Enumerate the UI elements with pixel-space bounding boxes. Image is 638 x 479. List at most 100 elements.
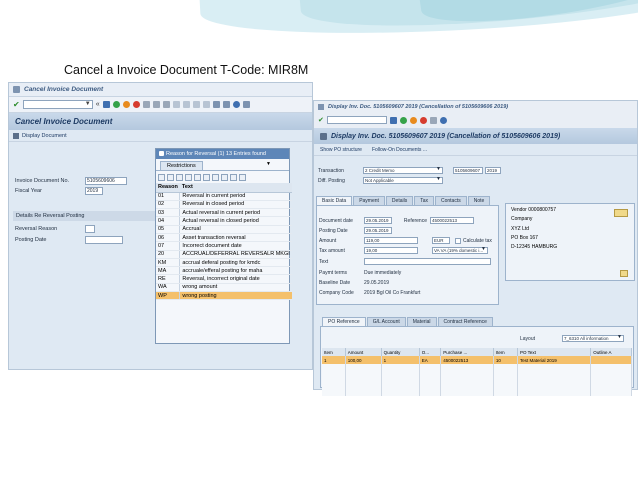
find-next-icon[interactable] xyxy=(162,101,170,108)
print-icon[interactable] xyxy=(429,116,437,124)
reason-text[interactable]: Accrual xyxy=(179,225,292,235)
grid-row[interactable]: 1 100,00 1 EA 4500022513 10 Test Material 2019 xyxy=(322,356,632,364)
grid-cell[interactable] xyxy=(590,356,632,364)
cancel-icon[interactable] xyxy=(167,173,174,181)
sort-ascending-icon[interactable] xyxy=(185,173,192,181)
export-icon[interactable] xyxy=(221,173,228,181)
shortcut-icon[interactable] xyxy=(222,101,230,108)
chevron-down-icon[interactable]: ▼ xyxy=(481,247,486,252)
ok-check-icon[interactable]: ✔ xyxy=(318,116,324,124)
chevron-down-icon[interactable]: ▼ xyxy=(436,167,441,172)
find-icon[interactable] xyxy=(152,101,160,108)
last-page-icon[interactable] xyxy=(202,101,210,108)
text-input[interactable] xyxy=(364,258,491,265)
chevron-down-icon[interactable]: ▼ xyxy=(85,101,91,107)
reason-row[interactable]: 01 Reversal in current period xyxy=(156,192,292,201)
reason-text[interactable]: Actual reversal in current period xyxy=(179,208,292,218)
grid-column-header[interactable]: Purchase ... xyxy=(440,348,494,356)
cancel-icon[interactable] xyxy=(419,116,427,124)
reason-code[interactable]: KM xyxy=(156,258,181,268)
vendor-detail-button[interactable] xyxy=(614,209,628,217)
grid-cell[interactable]: 10 xyxy=(493,356,519,364)
currency-input[interactable]: EUR xyxy=(432,237,450,244)
grid-column-header[interactable]: O... xyxy=(419,348,442,356)
reason-text[interactable]: Reversal in closed period xyxy=(179,200,292,210)
save-icon[interactable] xyxy=(102,101,110,108)
fiscal-year-input[interactable]: 2019 xyxy=(85,187,103,195)
posting-date-input[interactable] xyxy=(85,236,123,244)
diff-posting-select[interactable]: Not Applicable ▼ xyxy=(363,177,443,184)
command-field[interactable]: ▼ xyxy=(22,100,93,109)
tab-tax[interactable]: Tax xyxy=(414,196,434,205)
reason-code[interactable]: 05 xyxy=(156,225,181,235)
reason-row[interactable]: RE Reversal, incorrect original date xyxy=(156,274,292,284)
layout-icon[interactable] xyxy=(212,173,219,181)
grid-cell[interactable]: EA xyxy=(419,356,442,364)
grid-column-header[interactable]: Amount xyxy=(345,348,382,356)
display-document-button[interactable]: Display Document xyxy=(22,133,67,139)
reason-code[interactable]: MA xyxy=(156,266,181,276)
reason-text[interactable]: Actual reversal in closed period xyxy=(179,216,292,226)
grid-cell[interactable]: 1 xyxy=(322,356,346,364)
reason-code[interactable]: 20 xyxy=(156,250,181,259)
menu-icon[interactable] xyxy=(13,86,20,93)
chevron-down-icon[interactable]: ▼ xyxy=(436,177,441,182)
reason-row[interactable]: WP wrong posting xyxy=(156,291,292,301)
reason-text[interactable]: Reversal, incorrect original date xyxy=(179,274,292,284)
save-icon[interactable] xyxy=(389,116,397,124)
reversal-reason-input[interactable] xyxy=(85,225,95,233)
reason-code[interactable]: RE xyxy=(156,274,181,284)
chevron-down-icon[interactable]: ▼ xyxy=(617,335,622,340)
tab-contacts[interactable]: Contacts xyxy=(435,196,467,205)
text-column-header[interactable]: Text xyxy=(179,183,292,193)
reason-code[interactable]: 07 xyxy=(156,241,181,251)
reason-row[interactable]: 02 Reversal in closed period xyxy=(156,200,292,210)
reason-text[interactable]: ACCRUAL/DEFERRAL REVERSALR MKGI xyxy=(179,250,292,259)
ok-check-icon[interactable]: ✔ xyxy=(13,100,20,109)
tab-material[interactable]: Material xyxy=(406,317,437,326)
reason-code[interactable]: 04 xyxy=(156,216,181,226)
restrictions-dropdown-icon[interactable]: ▼ xyxy=(266,161,271,167)
tax-amount-input[interactable]: 19,00 xyxy=(364,247,418,254)
reason-row[interactable]: WA wrong amount xyxy=(156,283,292,293)
tab-payment[interactable]: Payment xyxy=(353,196,385,205)
reason-text[interactable]: accrual deferal posting for kmdc xyxy=(179,258,292,268)
tax-code-select[interactable]: VA VA (19% domestic i... ▼ xyxy=(432,247,488,254)
grid-column-header[interactable]: Item xyxy=(493,348,519,356)
grid-cell[interactable]: 4500022513 xyxy=(440,356,494,364)
grid-cell[interactable]: Test Material 2019 xyxy=(517,356,592,364)
reason-text[interactable]: Incorrect document date xyxy=(179,241,292,251)
settings-icon[interactable] xyxy=(239,173,246,181)
document-date-input[interactable]: 29.05.2019 xyxy=(364,217,392,224)
grid-cell[interactable]: 100,00 xyxy=(345,356,382,364)
display-document-icon[interactable] xyxy=(13,132,19,139)
reason-code[interactable]: 03 xyxy=(156,208,181,218)
tab-basic-data[interactable]: Basic Data xyxy=(316,196,353,205)
command-field[interactable] xyxy=(326,116,387,124)
tab-details[interactable]: Details xyxy=(385,196,414,205)
next-page-icon[interactable] xyxy=(192,101,200,108)
exit-icon[interactable] xyxy=(409,116,417,124)
reason-row[interactable]: 20 ACCRUAL/DEFERRAL REVERSALR MKGI xyxy=(156,250,292,259)
first-page-icon[interactable] xyxy=(172,101,180,108)
tab-note[interactable]: Note xyxy=(467,196,491,205)
accept-icon[interactable] xyxy=(158,173,165,181)
sort-descending-icon[interactable] xyxy=(194,173,201,181)
reference-input[interactable]: 4500022513 xyxy=(430,217,474,224)
menu-icon[interactable] xyxy=(318,104,324,110)
help-icon[interactable] xyxy=(439,116,447,124)
find-icon[interactable] xyxy=(176,173,183,181)
reason-column-header[interactable]: Reason xyxy=(156,183,180,193)
reason-text[interactable]: Asset transaction reversal xyxy=(179,233,292,243)
exit-icon[interactable] xyxy=(122,101,130,108)
reason-text[interactable]: Reversal in current period xyxy=(179,192,292,201)
help-icon[interactable] xyxy=(232,101,240,108)
show-po-structure-button[interactable]: Show PO structure xyxy=(320,147,362,153)
invoice-doc-input[interactable]: 5105609606 xyxy=(85,177,127,185)
grid-column-header[interactable]: Quantity xyxy=(381,348,420,356)
cancel-icon[interactable] xyxy=(132,101,140,108)
reason-row[interactable]: KM accrual deferal posting for kmdc xyxy=(156,258,292,268)
reason-text[interactable]: accruale/efferal posting for maha xyxy=(179,266,292,276)
print-icon[interactable] xyxy=(203,173,210,181)
calculate-tax-checkbox[interactable] xyxy=(455,237,461,244)
